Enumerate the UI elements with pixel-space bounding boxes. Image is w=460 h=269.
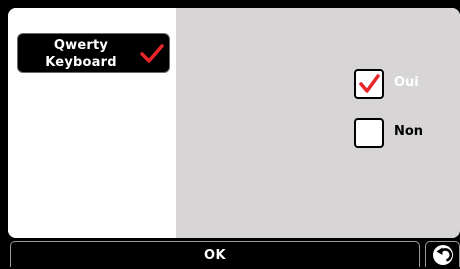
option-label-oui: Oui xyxy=(394,75,419,90)
checkmark-icon xyxy=(359,74,380,93)
sidebar-item-qwerty-keyboard[interactable]: Qwerty Keyboard xyxy=(17,33,170,73)
sidebar: Qwerty Keyboard xyxy=(8,8,176,238)
sidebar-item-label: Qwerty Keyboard xyxy=(45,38,117,70)
checkbox-non[interactable] xyxy=(354,118,384,148)
settings-panel: Qwerty Keyboard Oui Non xyxy=(8,8,460,238)
checkbox-oui[interactable] xyxy=(354,69,384,99)
option-label-non: Non xyxy=(394,124,424,139)
back-button[interactable] xyxy=(425,241,460,267)
options-pane: Oui Non xyxy=(176,8,460,238)
back-arrow-icon xyxy=(433,245,453,265)
ok-button[interactable]: OK xyxy=(10,241,420,267)
checkmark-icon xyxy=(140,44,164,64)
